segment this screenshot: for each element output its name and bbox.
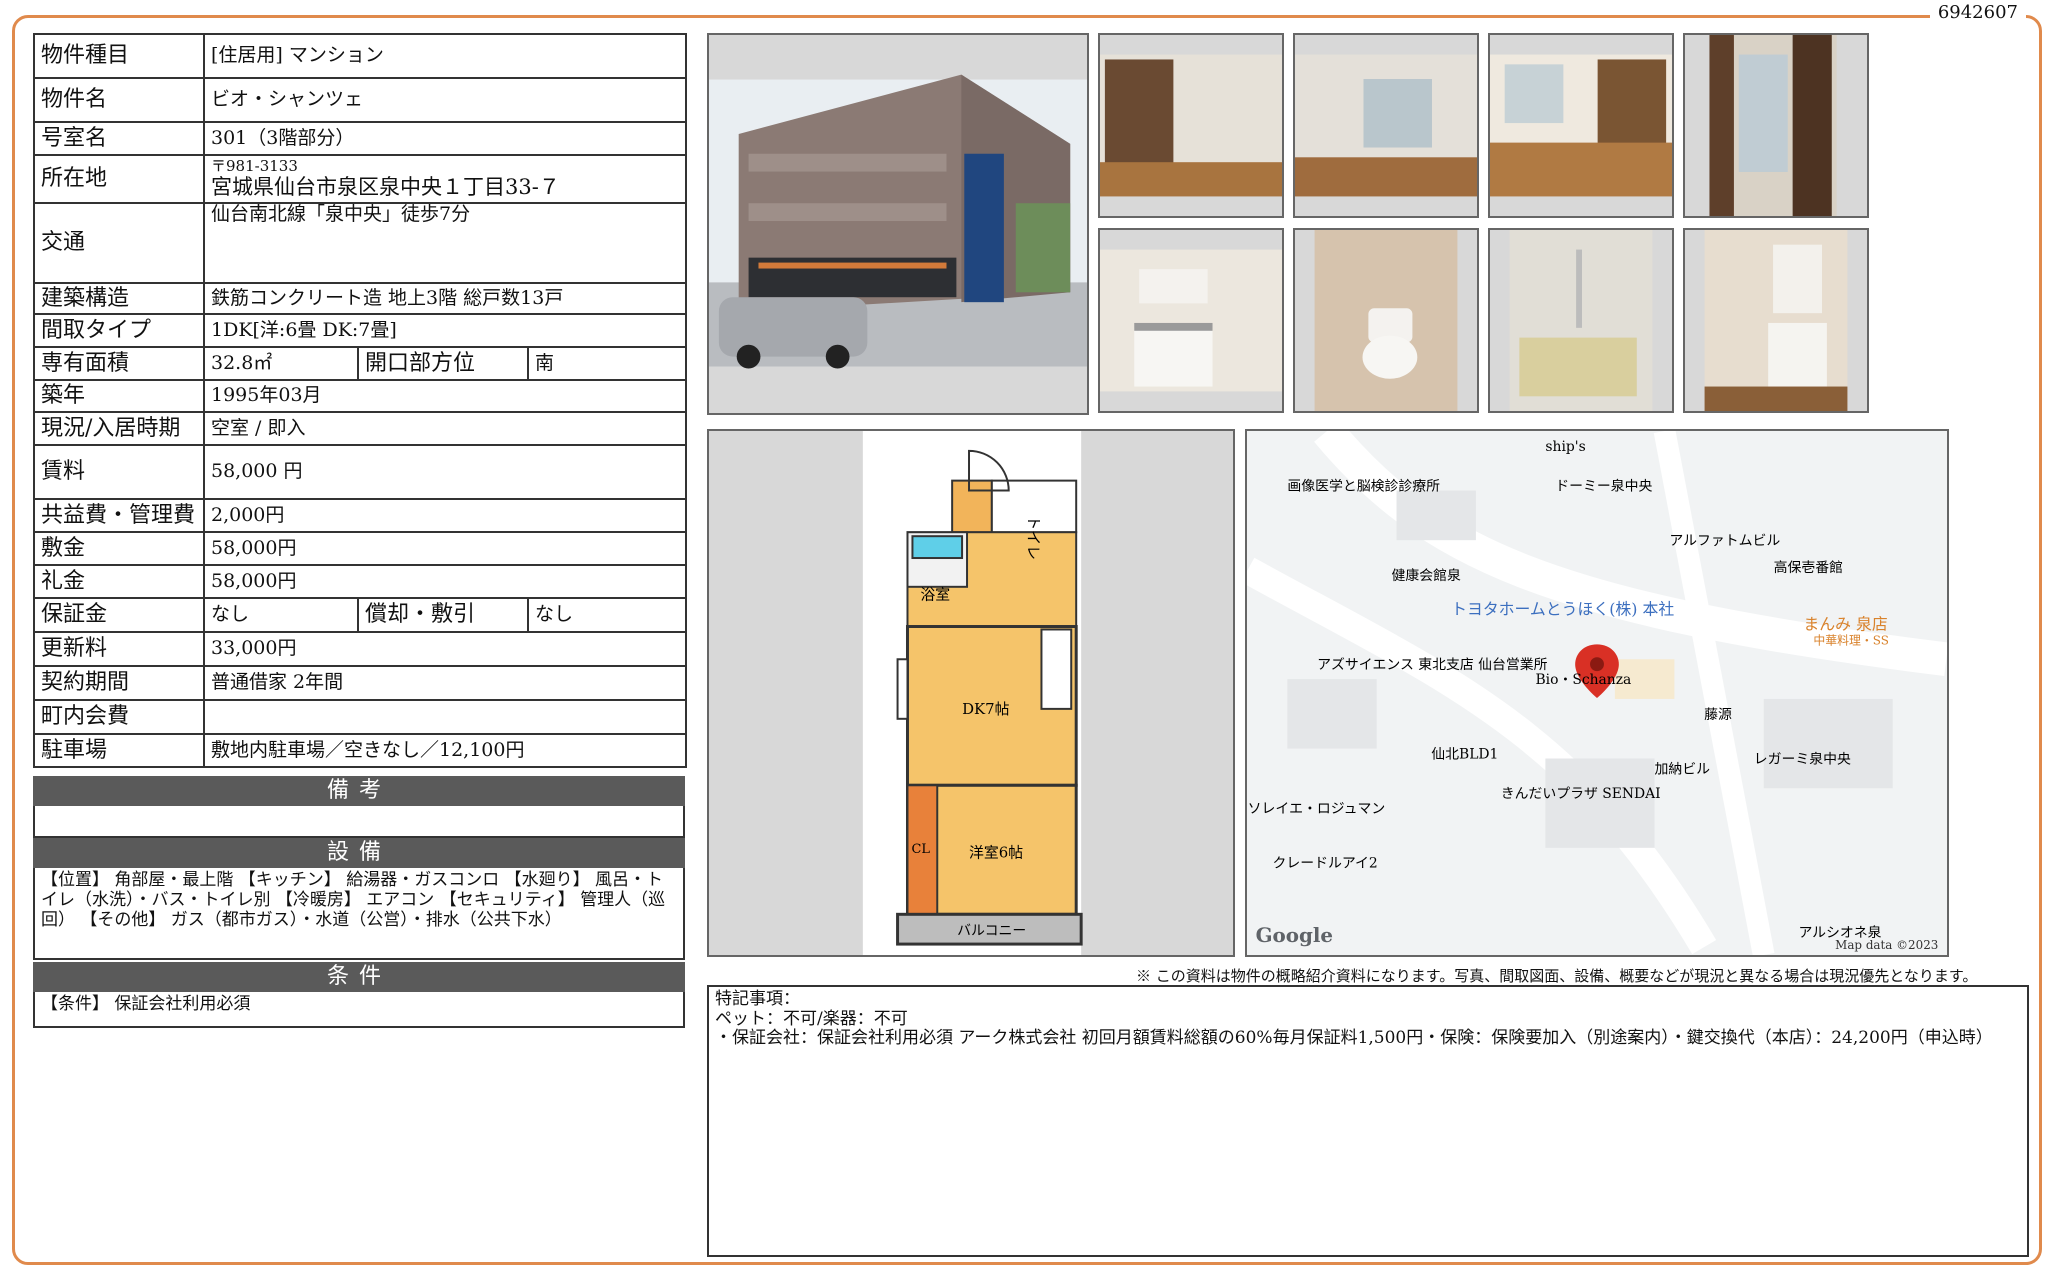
- key-money-label: 礼金: [33, 564, 205, 599]
- interior-photo-bathroom: [1488, 228, 1674, 413]
- facing-label: 開口部方位: [357, 346, 529, 381]
- room-value: 301（3階部分）: [202, 121, 688, 156]
- address-label: 所在地: [33, 154, 205, 204]
- conditions-panel: 【条件】 保証会社利用必須: [33, 992, 685, 1028]
- interior-photo-western-room: [1488, 33, 1674, 218]
- type-value: [住居用] マンション: [202, 33, 688, 79]
- facing-value: 南: [526, 346, 688, 381]
- fee-value: 2,000円: [202, 498, 688, 533]
- built-label: 築年: [33, 379, 205, 413]
- structure-value: 鉄筋コンクリート造 地上3階 総戸数13戸: [202, 282, 688, 315]
- special-notes-line2: ・保証会社：保証会社利用必須 アーク株式会社 初回月額賃料総額の60%毎月保証料…: [715, 1028, 1993, 1049]
- guarantee-label: 保証金: [33, 597, 205, 633]
- built-value: 1995年03月: [202, 379, 688, 413]
- map-label-16: ソレイエ・ロジュマン: [1248, 801, 1386, 817]
- structure-label: 建築構造: [33, 282, 205, 315]
- fee-label: 共益費・管理費: [33, 498, 205, 533]
- map-label-4: 高保壱番館: [1774, 559, 1843, 576]
- remarks-panel: [33, 806, 685, 838]
- contract-value: 普通借家 2年間: [202, 665, 688, 701]
- town-fee-value: [202, 699, 688, 735]
- rent-value: 58,000 円: [202, 444, 688, 500]
- amort-label: 償却・敷引: [357, 597, 529, 633]
- map-label-8: 中華料理・SS: [1813, 633, 1889, 647]
- deposit-value: 58,000円: [202, 531, 688, 566]
- map-label-12: 仙北BLD1: [1431, 747, 1498, 763]
- address-value: 宮城県仙台市泉区泉中央１丁目33-７: [211, 175, 560, 200]
- amort-value: なし: [526, 597, 688, 633]
- map-label-10: Bio・Schanza: [1535, 672, 1631, 688]
- remarks-band: 備考: [33, 776, 685, 806]
- reference-number: 6942607: [1929, 2, 2026, 23]
- access-label: 交通: [33, 202, 205, 284]
- area-label: 専有面積: [33, 346, 205, 381]
- map-label-2: ドーミー泉中央: [1555, 478, 1652, 495]
- status-label: 現況/入居時期: [33, 411, 205, 446]
- map-label-7: まんみ 泉店: [1803, 614, 1887, 633]
- room-label: 号室名: [33, 121, 205, 156]
- type-label: 物件種目: [33, 33, 205, 79]
- parking-value: 敷地内駐車場／空きなし／12,100円: [202, 733, 688, 768]
- guarantee-value: なし: [203, 597, 359, 633]
- building-exterior-photo: [707, 33, 1089, 415]
- layout-value: 1DK[洋:6畳 DK:7畳]: [202, 313, 688, 348]
- floorplan-dk-label: DK7帖: [962, 700, 1010, 718]
- special-notes: 特記事項： ペット：不可/楽器：不可 ・保証会社：保証会社利用必須 アーク株式会…: [707, 985, 2029, 1257]
- map-label-1: 画像医学と脳検診診療所: [1287, 478, 1440, 495]
- map-copyright: Map data ©2023: [1835, 938, 1938, 952]
- map-label-11: 藤源: [1704, 707, 1732, 723]
- name-label: 物件名: [33, 77, 205, 123]
- map-label-0: ship's: [1545, 439, 1585, 455]
- interior-photo-washbasin: [1683, 228, 1869, 413]
- property-info-table: 物件種目 [住居用] マンション 物件名 ビオ・シャンツェ 号室名 301（3階…: [33, 33, 688, 768]
- interior-photo-window-room: [1293, 33, 1479, 218]
- floorplan-balcony-label: バルコニー: [957, 923, 1026, 939]
- disclaimer: ※ この資料は物件の概略紹介資料になります。写真、間取図面、設備、概要などが現況…: [1136, 967, 1978, 985]
- floorplan-bath-label: 浴室: [920, 586, 950, 604]
- map-label-13: きんだいプラザ SENDAI: [1501, 786, 1661, 802]
- interior-photo-toilet: [1293, 228, 1479, 413]
- interior-photo-kitchen: [1098, 228, 1284, 413]
- conditions-band: 条件: [33, 962, 685, 992]
- equipment-band: 設備: [33, 838, 685, 868]
- special-notes-title: 特記事項：: [715, 989, 800, 1009]
- renewal-label: 更新料: [33, 631, 205, 667]
- map-label-15: レガーミ泉中央: [1754, 750, 1851, 767]
- contract-label: 契約期間: [33, 665, 205, 701]
- layout-label: 間取タイプ: [33, 313, 205, 348]
- map-label-14: 加納ビル: [1655, 761, 1711, 777]
- floorplan-toilet-label: トイレ: [1025, 515, 1043, 560]
- map-google-logo: Google: [1256, 923, 1333, 947]
- location-map[interactable]: ship's 画像医学と脳検診診療所 ドーミー泉中央 アルファトムビル 高保壱番…: [1245, 429, 1949, 957]
- floor-plan: トイレ 浴室 DK7帖 洋室6帖 CL バルコニー: [707, 429, 1235, 957]
- floorplan-closet-label: CL: [911, 842, 930, 857]
- interior-photo-closet-room: [1098, 33, 1284, 218]
- town-fee-label: 町内会費: [33, 699, 205, 735]
- rent-label: 賃料: [33, 444, 205, 500]
- access-value: 仙台南北線「泉中央」徒歩7分: [202, 202, 688, 284]
- equipment-panel: 【位置】 角部屋・最上階 【キッチン】 給湯器・ガスコンロ 【水廻り】 風呂・ト…: [33, 868, 685, 960]
- map-label-3: アルファトムビル: [1669, 533, 1780, 549]
- special-notes-line1: ペット：不可/楽器：不可: [715, 1008, 908, 1029]
- map-label-5: 健康会館泉: [1392, 567, 1462, 584]
- renewal-value: 33,000円: [202, 631, 688, 667]
- map-label-6: トヨタホームとうほく(株) 本社: [1451, 600, 1674, 619]
- key-money-value: 58,000円: [202, 564, 688, 599]
- map-label-9: アズサイエンス 東北支店 仙台営業所: [1317, 657, 1548, 673]
- postal-code: 〒981-3133: [211, 156, 298, 175]
- name-value: ビオ・シャンツェ: [202, 77, 688, 123]
- status-value: 空室 / 即入: [202, 411, 688, 446]
- address-cell: 〒981-3133 宮城県仙台市泉区泉中央１丁目33-７: [202, 154, 688, 204]
- deposit-label: 敷金: [33, 531, 205, 566]
- map-label-17: クレードルアイ2: [1272, 856, 1377, 872]
- floorplan-western-label: 洋室6帖: [969, 844, 1023, 862]
- area-value: 32.8㎡: [203, 346, 359, 381]
- interior-photo-hallway: [1683, 33, 1869, 218]
- parking-label: 駐車場: [33, 733, 205, 768]
